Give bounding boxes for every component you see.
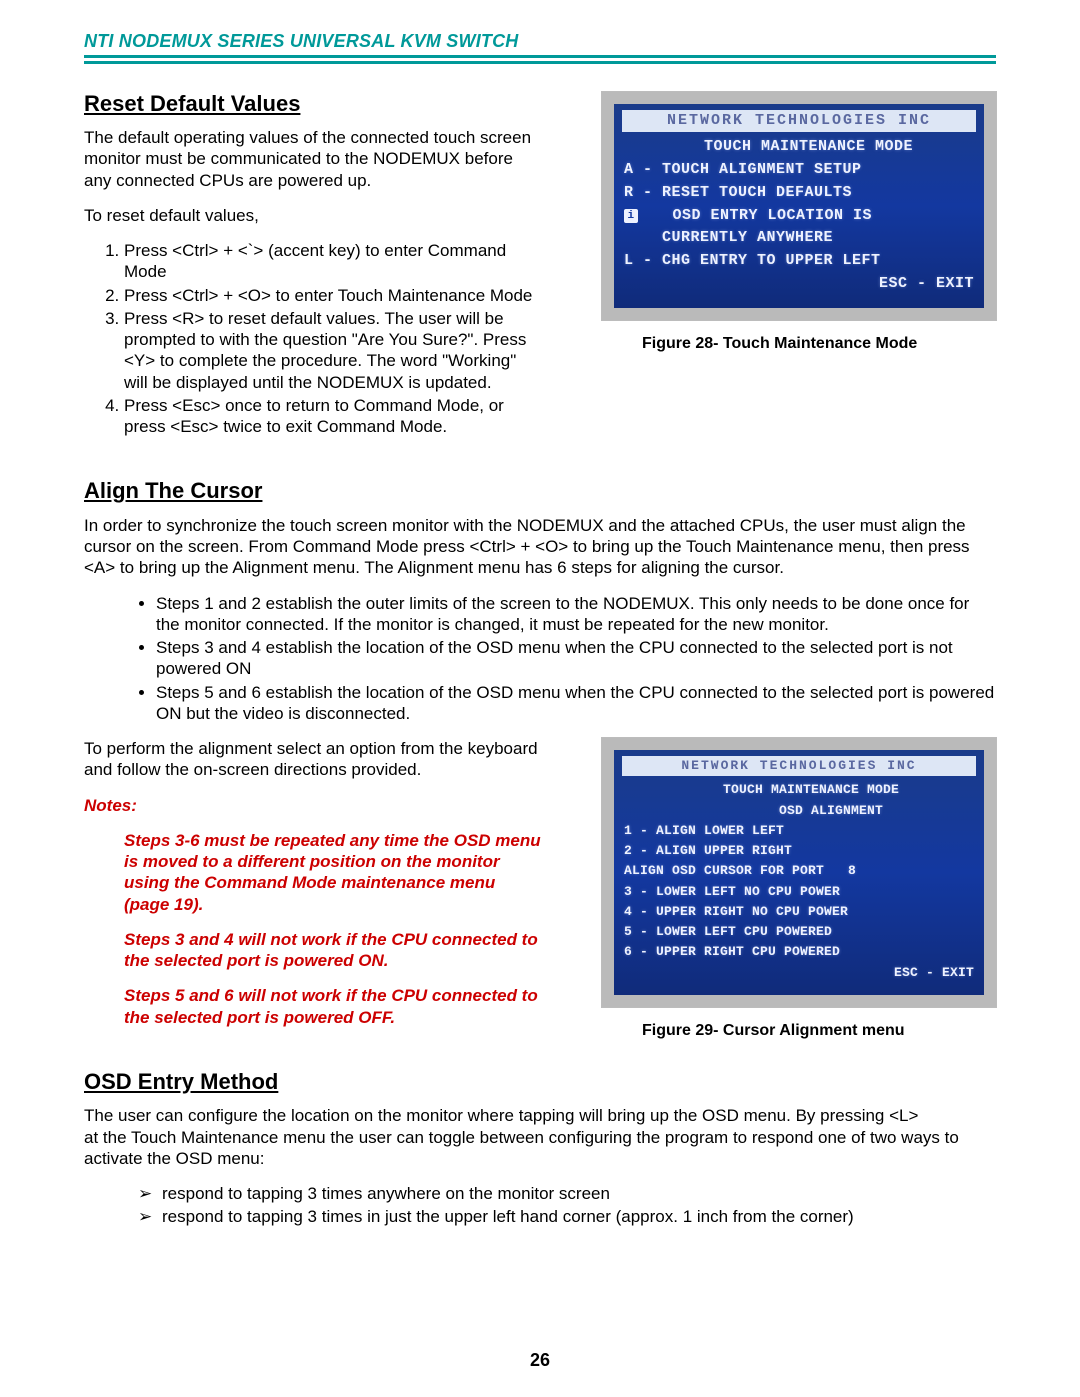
figure-29: NETWORK TECHNOLOGIES INC TOUCH MAINTENAN… xyxy=(602,738,996,1041)
crt-line: 1 - ALIGN LOWER LEFT xyxy=(624,823,974,839)
crt-line: 4 - UPPER RIGHT NO CPU POWER xyxy=(624,904,974,920)
osd-item: respond to tapping 3 times in just the u… xyxy=(162,1206,996,1227)
crt-line: L - CHG ENTRY TO UPPER LEFT xyxy=(624,252,974,271)
crt-title: NETWORK TECHNOLOGIES INC xyxy=(622,756,976,776)
heading-align: Align The Cursor xyxy=(84,477,996,505)
crt-line: i OSD ENTRY LOCATION IS xyxy=(624,207,974,226)
reset-step: Press <Esc> once to return to Command Mo… xyxy=(124,395,544,438)
note: Steps 3-6 must be repeated any time the … xyxy=(84,830,544,915)
note: Steps 3 and 4 will not work if the CPU c… xyxy=(84,929,544,972)
reset-para-1: The default operating values of the conn… xyxy=(84,127,544,191)
crt-line: ALIGN OSD CURSOR FOR PORT 8 xyxy=(624,863,974,879)
figure-29-caption: Figure 29- Cursor Alignment menu xyxy=(642,1021,996,1041)
reset-step: Press <Ctrl> + <O> to enter Touch Mainte… xyxy=(124,285,544,306)
reset-steps: Press <Ctrl> + <`> (accent key) to enter… xyxy=(84,240,544,437)
osd-item: respond to tapping 3 times anywhere on t… xyxy=(162,1183,996,1204)
reset-step: Press <Ctrl> + <`> (accent key) to enter… xyxy=(124,240,544,283)
crt-line: TOUCH MAINTENANCE MODE xyxy=(624,138,974,157)
doc-header: NTI NODEMUX SERIES UNIVERSAL KVM SWITCH xyxy=(84,30,996,53)
osd-para-2: at the Touch Maintenance menu the user c… xyxy=(84,1127,996,1170)
crt-line: ESC - EXIT xyxy=(624,275,974,294)
figure-28-caption: Figure 28- Touch Maintenance Mode xyxy=(642,334,996,354)
crt-line: TOUCH MAINTENANCE MODE xyxy=(624,782,974,798)
crt-title: NETWORK TECHNOLOGIES INC xyxy=(622,110,976,133)
crt-line: 5 - LOWER LEFT CPU POWERED xyxy=(624,924,974,940)
reset-step: Press <R> to reset default values. The u… xyxy=(124,308,544,393)
crt-line: 6 - UPPER RIGHT CPU POWERED xyxy=(624,944,974,960)
crt-line: 2 - ALIGN UPPER RIGHT xyxy=(624,843,974,859)
notes-label: Notes: xyxy=(84,795,544,816)
align-bullet: Steps 1 and 2 establish the outer limits… xyxy=(156,593,996,636)
crt-line: CURRENTLY ANYWHERE xyxy=(624,229,974,248)
align-bullet: Steps 3 and 4 establish the location of … xyxy=(156,637,996,680)
align-para-1: In order to synchronize the touch screen… xyxy=(84,515,996,579)
crt-line: A - TOUCH ALIGNMENT SETUP xyxy=(624,161,974,180)
crt-line: R - RESET TOUCH DEFAULTS xyxy=(624,184,974,203)
align-bullet: Steps 5 and 6 establish the location of … xyxy=(156,682,996,725)
heading-osd: OSD Entry Method xyxy=(84,1068,996,1096)
figure-28: NETWORK TECHNOLOGIES INC TOUCH MAINTENAN… xyxy=(602,92,996,354)
align-para-2: To perform the alignment select an optio… xyxy=(84,738,544,781)
osd-items: respond to tapping 3 times anywhere on t… xyxy=(84,1183,996,1228)
crt-line: 3 - LOWER LEFT NO CPU POWER xyxy=(624,884,974,900)
crt-text: OSD ENTRY LOCATION IS xyxy=(644,207,872,224)
note: Steps 5 and 6 will not work if the CPU c… xyxy=(84,985,544,1028)
align-bullets: Steps 1 and 2 establish the outer limits… xyxy=(84,593,996,725)
heading-reset: Reset Default Values xyxy=(84,90,544,118)
crt-line: OSD ALIGNMENT xyxy=(624,803,974,819)
page-number: 26 xyxy=(0,1349,1080,1372)
crt-line: ESC - EXIT xyxy=(624,965,974,981)
reset-para-2: To reset default values, xyxy=(84,205,544,226)
info-icon: i xyxy=(624,209,638,223)
header-rules xyxy=(84,55,996,64)
osd-para-1: The user can configure the location on t… xyxy=(84,1105,996,1126)
